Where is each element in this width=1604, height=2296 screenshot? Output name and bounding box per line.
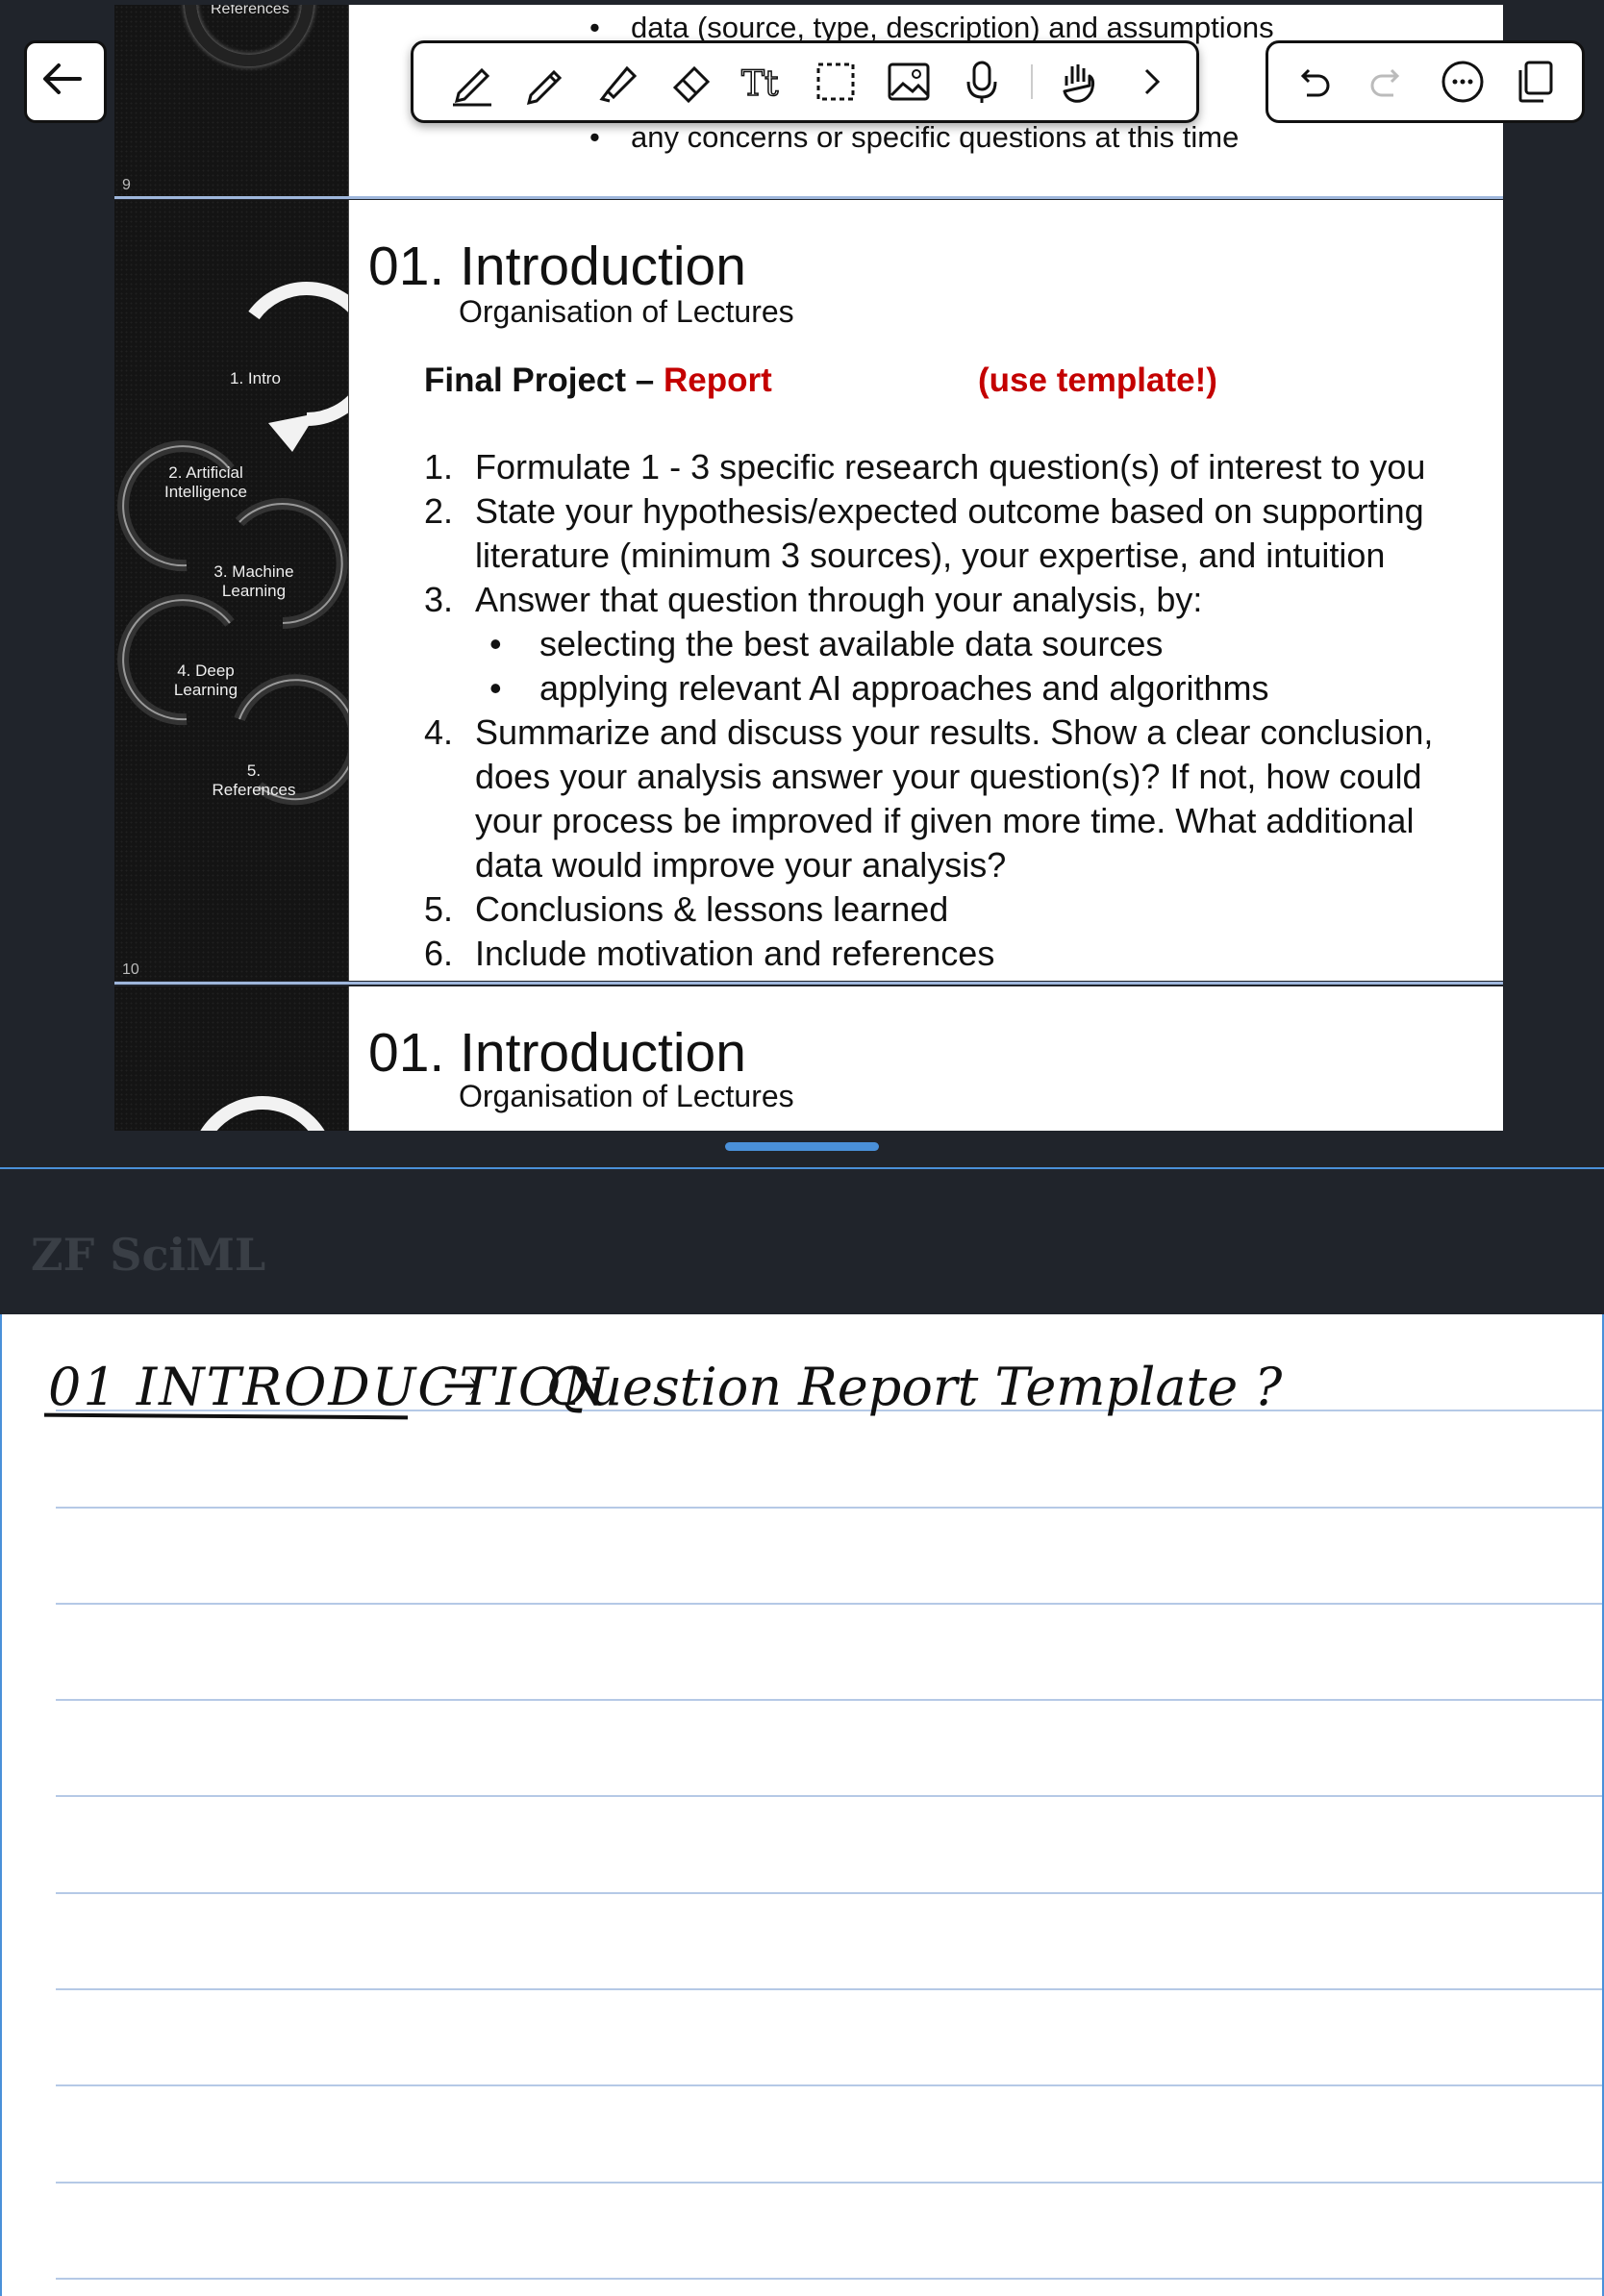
pen-icon[interactable] [447,57,497,107]
project-heading: Final Project – Report [424,362,772,400]
ruled-line [56,2182,1602,2184]
highlighter-icon[interactable] [592,57,642,107]
ruled-line [56,1699,1602,1701]
thumb-step-label: 1. Intro [230,369,281,387]
slide-page-11[interactable]: 01. Introduction Organisation of Lecture… [114,986,1503,1131]
ruled-line [56,1795,1602,1797]
list-item: 1. Formulate 1 - 3 specific research ques… [424,447,1426,487]
list-item: 6. Include motivation and references [424,934,995,973]
slide-subtitle: Organisation of Lectures [459,294,794,329]
thumb-label: References [211,5,289,17]
sub-list-item: • selecting the best available data sourc… [489,624,1164,663]
thumb-step-label: 5. References [212,761,296,799]
image-icon[interactable] [884,57,934,107]
thumb-step-label: 3. Machine Learning [213,562,294,600]
page-separator [114,982,1503,985]
slide-thumbnail: 1. Intro 2. Artificial Intelligence 3. M… [114,200,349,981]
project-prefix: Final Project – [424,362,664,399]
handwritten-arrow: → [442,1359,482,1412]
eraser-icon[interactable] [665,57,715,107]
hand-icon[interactable] [1053,57,1103,107]
text-icon[interactable]: Tt [738,57,788,107]
pencil-icon[interactable] [519,57,569,107]
slide-content: 01. Introduction Organisation of Lecture… [349,200,1503,981]
watermark: ZF SciML [31,1229,266,1281]
slide-content: 01. Introduction Organisation of Lecture… [349,986,1503,1131]
list-item: 5. Conclusions & lessons learned [424,889,949,929]
slide-title: 01. Introduction [368,1022,746,1084]
notes-paper[interactable]: 01 INTRODUCTION → Question Report Templa… [0,1314,1604,2296]
drawing-toolbar: Tt [411,40,1199,123]
handwritten-title: 01 INTRODUCTION [48,1357,611,1417]
page-separator [114,196,1503,199]
toolbar-divider [1031,64,1033,99]
ruled-line [56,1988,1602,1990]
thumb-cycle-arrow [189,1096,336,1131]
slide-thumbnail: References 9 [114,5,349,196]
bullet-dot: • [589,120,600,154]
redo-icon[interactable] [1363,57,1413,107]
lasso-icon[interactable] [811,57,861,107]
ruled-line [56,2278,1602,2280]
undo-icon[interactable] [1288,57,1338,107]
ruled-line [56,1507,1602,1509]
bullet-text: any concerns or specific questions at th… [631,120,1240,154]
slide-subtitle: Organisation of Lectures [459,1079,794,1113]
arrow-left-icon [43,63,82,94]
slide-page-10[interactable]: 1. Intro 2. Artificial Intelligence 3. M… [114,200,1503,981]
slide-thumbnail [114,986,349,1131]
back-button[interactable] [24,40,107,123]
notes-header: ZF SciML [0,1167,1604,1316]
svg-text:Tt: Tt [741,64,779,104]
split-resize-handle[interactable] [725,1142,879,1151]
pages-icon[interactable] [1511,57,1561,107]
thumb-step-label: 4. Deep Learning [173,661,238,699]
project-highlight: Report [663,362,772,399]
ruled-line [56,2084,1602,2086]
microphone-icon[interactable] [957,57,1007,107]
requirements-list: 1. Formulate 1 - 3 specific research ques… [424,445,1443,976]
actions-toolbar [1266,40,1585,123]
sub-list-item: • applying relevant AI approaches and alg… [489,668,1269,708]
page-number: 10 [122,961,139,978]
thumb-step-label: 2. Artificial Intelligence [163,463,247,501]
chevron-right-icon[interactable] [1125,57,1175,107]
list-item: 2. State your hypothesis/expected outcome… [424,491,1424,575]
list-item: 3. Answer that question through your anal… [424,580,1203,619]
more-icon[interactable] [1438,57,1488,107]
handwritten-note: Question Report Template ? [546,1357,1283,1417]
ruled-line [56,1892,1602,1894]
list-item: 4. Summarize and discuss your results. Sh… [424,712,1434,885]
slide-title: 01. Introduction [368,236,746,297]
page-number: 9 [122,177,131,193]
ruled-line [56,1603,1602,1605]
template-note: (use template!) [978,362,1217,399]
